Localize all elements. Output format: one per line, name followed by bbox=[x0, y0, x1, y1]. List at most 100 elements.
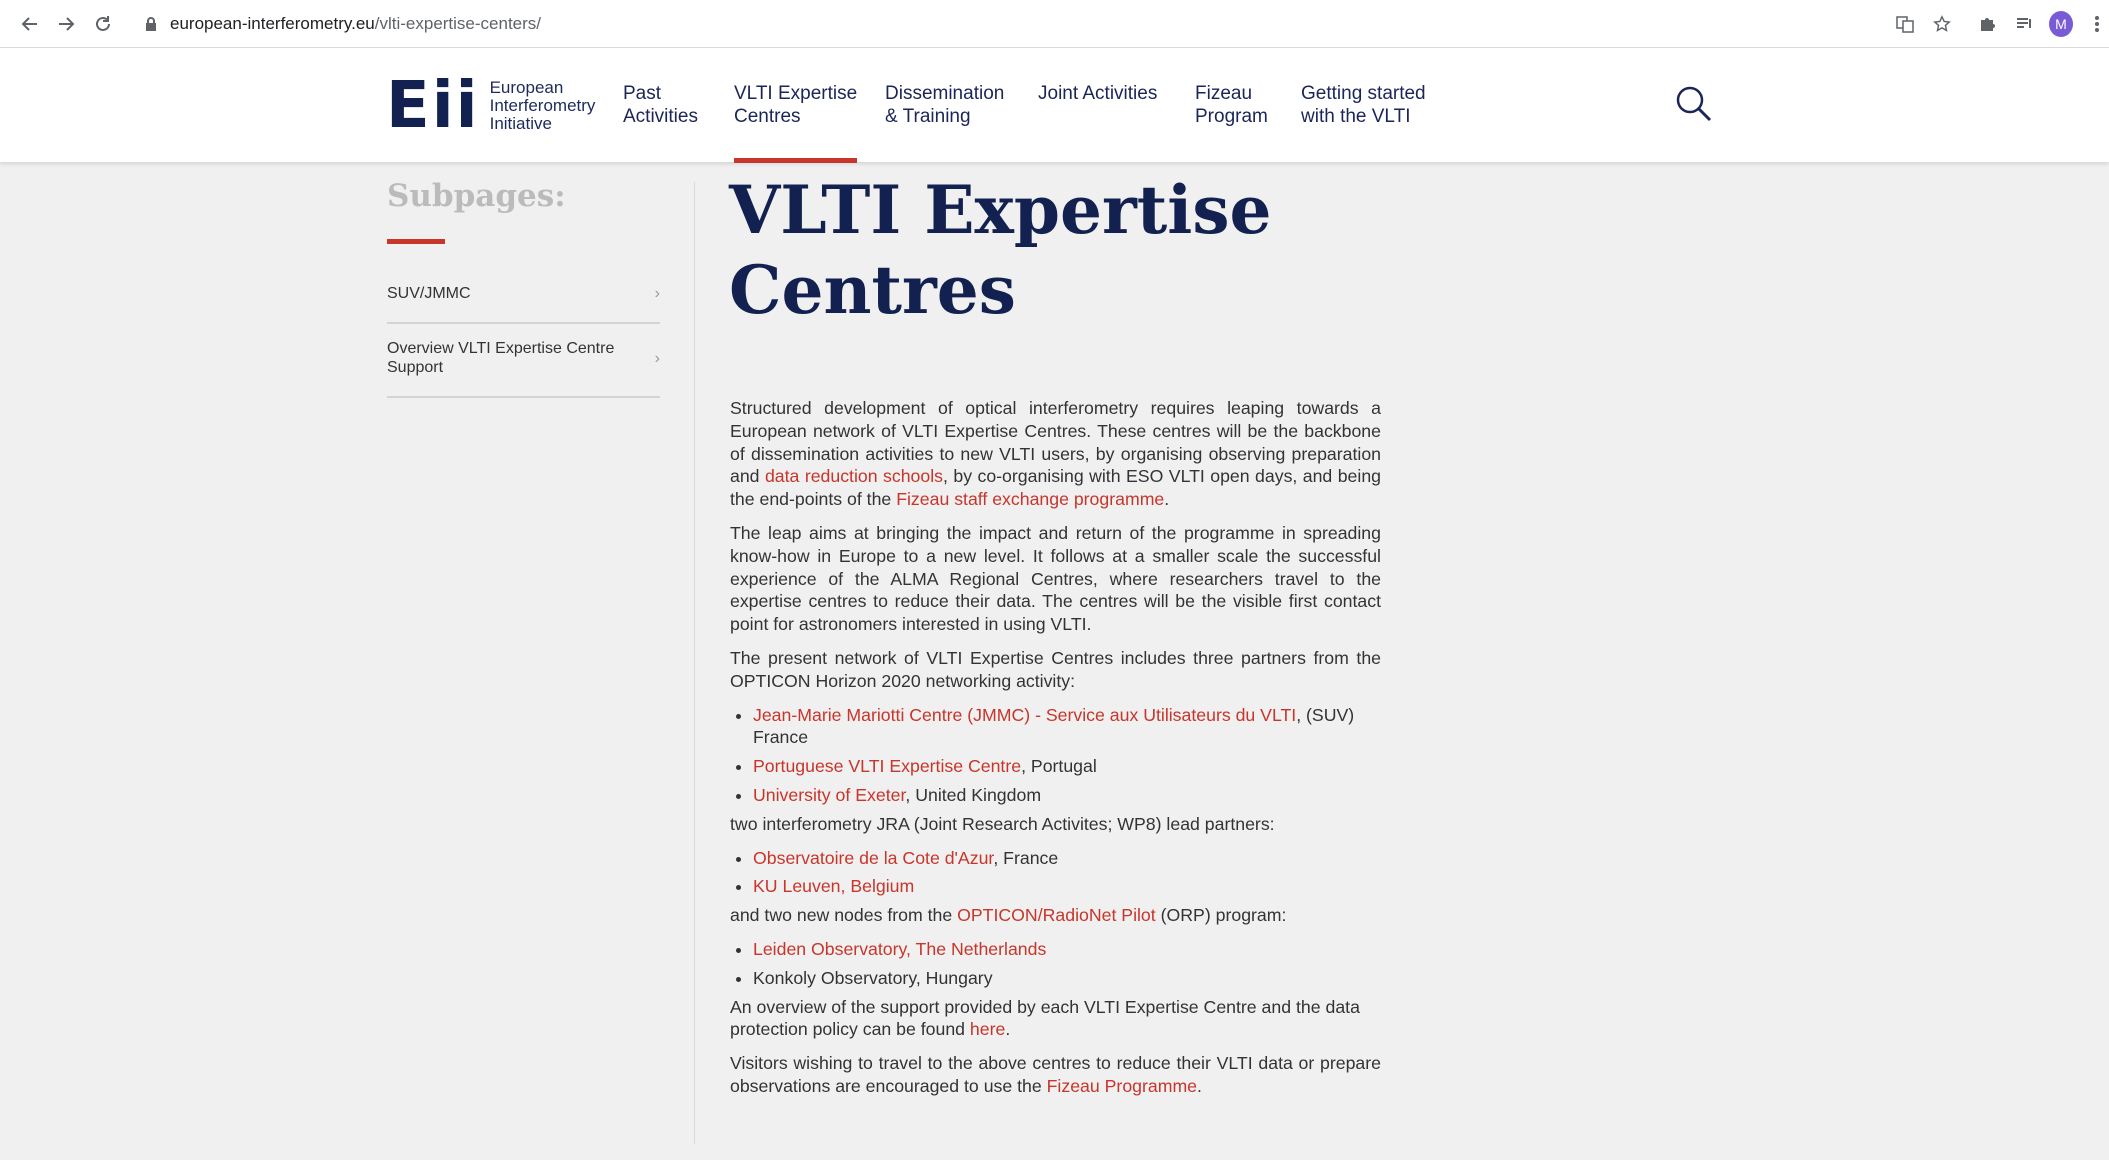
nav-label: Joint Activities bbox=[1038, 83, 1158, 104]
exeter-link[interactable]: University of Exeter bbox=[753, 785, 905, 805]
article-body: Structured development of optical interf… bbox=[730, 397, 1381, 1109]
list-item: Jean-Marie Mariotti Centre (JMMC) - Serv… bbox=[753, 704, 1381, 750]
list-item: Observatoire de la Cote d'Azur, France bbox=[753, 847, 1381, 870]
data-reduction-schools-link[interactable]: data reduction schools bbox=[765, 466, 943, 486]
nav-vlti-expertise-centres[interactable]: VLTI Expertise Centres bbox=[734, 82, 858, 163]
here-link[interactable]: here bbox=[970, 1019, 1005, 1039]
ku-leuven-link[interactable]: KU Leuven, Belgium bbox=[753, 876, 914, 896]
logo-text: European Interferometry Initiative bbox=[490, 79, 596, 133]
nav-label: & Training bbox=[885, 106, 971, 127]
column-divider bbox=[694, 182, 695, 1144]
jra-paragraph: two interferometry JRA (Joint Research A… bbox=[730, 813, 1275, 834]
puzzle-icon bbox=[1981, 18, 1995, 31]
jra-list: Observatoire de la Cote d'Azur, France K… bbox=[730, 847, 1381, 899]
nodes-paragraph: and two new nodes from the OPTICON/Radio… bbox=[730, 904, 1381, 927]
site-header: Eii European Interferometry Initiative P… bbox=[0, 48, 2109, 163]
search-icon bbox=[1676, 86, 1712, 122]
logo-line: Interferometry bbox=[489, 96, 596, 115]
nav-label: Dissemination bbox=[885, 83, 1005, 104]
bookmark-button[interactable] bbox=[1930, 12, 1954, 36]
chevron-right-icon: › bbox=[654, 285, 660, 302]
jmmc-link[interactable]: Jean-Marie Mariotti Centre (JMMC) - Serv… bbox=[753, 705, 1296, 725]
list-item: University of Exeter, United Kingdom bbox=[753, 784, 1381, 807]
visitors-paragraph: Visitors wishing to travel to the above … bbox=[730, 1052, 1381, 1098]
oca-link[interactable]: Observatoire de la Cote d'Azur bbox=[753, 848, 993, 868]
star-icon bbox=[1933, 15, 1951, 32]
nav-label: Past bbox=[623, 83, 662, 104]
forward-button[interactable] bbox=[52, 10, 80, 38]
page-title-line: VLTI Expertise bbox=[729, 171, 1272, 249]
logo-line: Initiative bbox=[489, 114, 552, 133]
nav-label: VLTI Expertise bbox=[734, 83, 858, 104]
subpage-label: Overview VLTI Expertise Centre bbox=[387, 340, 615, 357]
page-title-line: Centres bbox=[729, 251, 1016, 329]
text-span: Konkoly Observatory, Hungary bbox=[753, 967, 993, 988]
translate-icon bbox=[1896, 16, 1914, 33]
subpage-label: Support bbox=[387, 359, 444, 376]
opticon-radionet-link[interactable]: OPTICON/RadioNet Pilot bbox=[957, 905, 1156, 925]
text-span: , France bbox=[993, 847, 1059, 868]
intro-paragraph: Structured development of optical interf… bbox=[730, 397, 1381, 511]
text-span: , Portugal bbox=[1021, 756, 1097, 777]
site-logo[interactable]: Eii European Interferometry Initiative bbox=[386, 69, 596, 143]
reload-button[interactable] bbox=[89, 10, 117, 38]
reading-list-button[interactable] bbox=[2012, 12, 2036, 36]
portuguese-centre-link[interactable]: Portuguese VLTI Expertise Centre bbox=[753, 756, 1021, 776]
list-item: Konkoly Observatory, Hungary bbox=[753, 967, 1381, 990]
url-text: european-interferometry.eu/vlti-expertis… bbox=[170, 14, 541, 34]
nav-label: Program bbox=[1195, 106, 1268, 127]
nav-label: Activities bbox=[623, 106, 698, 127]
text-span: , United Kingdom bbox=[905, 784, 1042, 805]
leap-paragraph: The leap aims at bringing the impact and… bbox=[730, 522, 1381, 635]
network-paragraph: The present network of VLTI Expertise Ce… bbox=[730, 647, 1381, 691]
logo-line: European bbox=[489, 78, 564, 97]
nav-getting-started[interactable]: Getting started with the VLTI bbox=[1301, 82, 1426, 128]
subpage-label: SUV/JMMC bbox=[387, 285, 471, 302]
overview-paragraph: An overview of the support provided by e… bbox=[730, 996, 1381, 1042]
extensions-button[interactable] bbox=[1975, 12, 1999, 36]
heading-underline bbox=[387, 239, 445, 244]
text-span: . bbox=[1197, 1075, 1202, 1096]
fizeau-programme-link[interactable]: Fizeau Programme bbox=[1047, 1076, 1197, 1096]
text-span: . bbox=[1164, 489, 1170, 510]
lock-icon bbox=[146, 17, 156, 31]
list-item: Leiden Observatory, The Netherlands bbox=[753, 938, 1381, 961]
nav-label: Getting started bbox=[1301, 83, 1426, 104]
nav-label: Fizeau bbox=[1195, 83, 1253, 104]
text-span: An overview of the support provided by e… bbox=[730, 996, 1360, 1040]
list-item: Portuguese VLTI Expertise Centre, Portug… bbox=[753, 755, 1381, 778]
nav-label: Centres bbox=[734, 106, 801, 127]
list-item: KU Leuven, Belgium bbox=[753, 875, 1381, 898]
nav-fizeau-program[interactable]: Fizeau Program bbox=[1195, 82, 1268, 128]
translate-button[interactable] bbox=[1893, 12, 1917, 36]
arrow-left-icon bbox=[21, 17, 37, 31]
back-button[interactable] bbox=[16, 10, 44, 38]
profile-button[interactable]: M bbox=[2049, 11, 2073, 37]
subpage-item-suv-jmmc[interactable]: SUV/JMMC › bbox=[387, 284, 660, 324]
avatar: M bbox=[2049, 11, 2073, 37]
partners-list: Jean-Marie Mariotti Centre (JMMC) - Serv… bbox=[730, 704, 1381, 807]
browser-toolbar: european-interferometry.eu/vlti-expertis… bbox=[0, 0, 2109, 48]
subpages-heading: Subpages: bbox=[387, 178, 566, 214]
browser-menu-button[interactable] bbox=[2085, 12, 2109, 36]
text-span: (ORP) program: bbox=[1155, 905, 1287, 926]
text-span: and two new nodes from the bbox=[730, 905, 958, 926]
nav-dissemination-training[interactable]: Dissemination & Training bbox=[885, 82, 1004, 128]
page-title: VLTI Expertise Centres bbox=[729, 170, 1429, 330]
arrow-right-icon bbox=[59, 17, 75, 31]
fizeau-staff-exchange-link[interactable]: Fizeau staff exchange programme bbox=[896, 489, 1164, 509]
reload-icon bbox=[96, 16, 110, 31]
more-vertical-icon bbox=[2095, 16, 2099, 32]
leiden-link[interactable]: Leiden Observatory, The Netherlands bbox=[753, 939, 1046, 959]
chevron-right-icon: › bbox=[654, 350, 660, 367]
nav-past-activities[interactable]: Past Activities bbox=[623, 82, 698, 128]
url-domain: european-interferometry.eu bbox=[170, 14, 375, 33]
logo-mark: Eii bbox=[386, 69, 480, 143]
site-search-button[interactable] bbox=[1674, 84, 1714, 124]
nav-joint-activities[interactable]: Joint Activities bbox=[1038, 82, 1157, 105]
address-bar[interactable]: european-interferometry.eu/vlti-expertis… bbox=[130, 8, 1890, 40]
nav-label: with the VLTI bbox=[1301, 106, 1411, 127]
nodes-list: Leiden Observatory, The Netherlands Konk… bbox=[730, 938, 1381, 990]
playlist-icon bbox=[2017, 18, 2031, 28]
subpage-item-overview[interactable]: Overview VLTI Expertise Centre Support › bbox=[387, 339, 660, 398]
